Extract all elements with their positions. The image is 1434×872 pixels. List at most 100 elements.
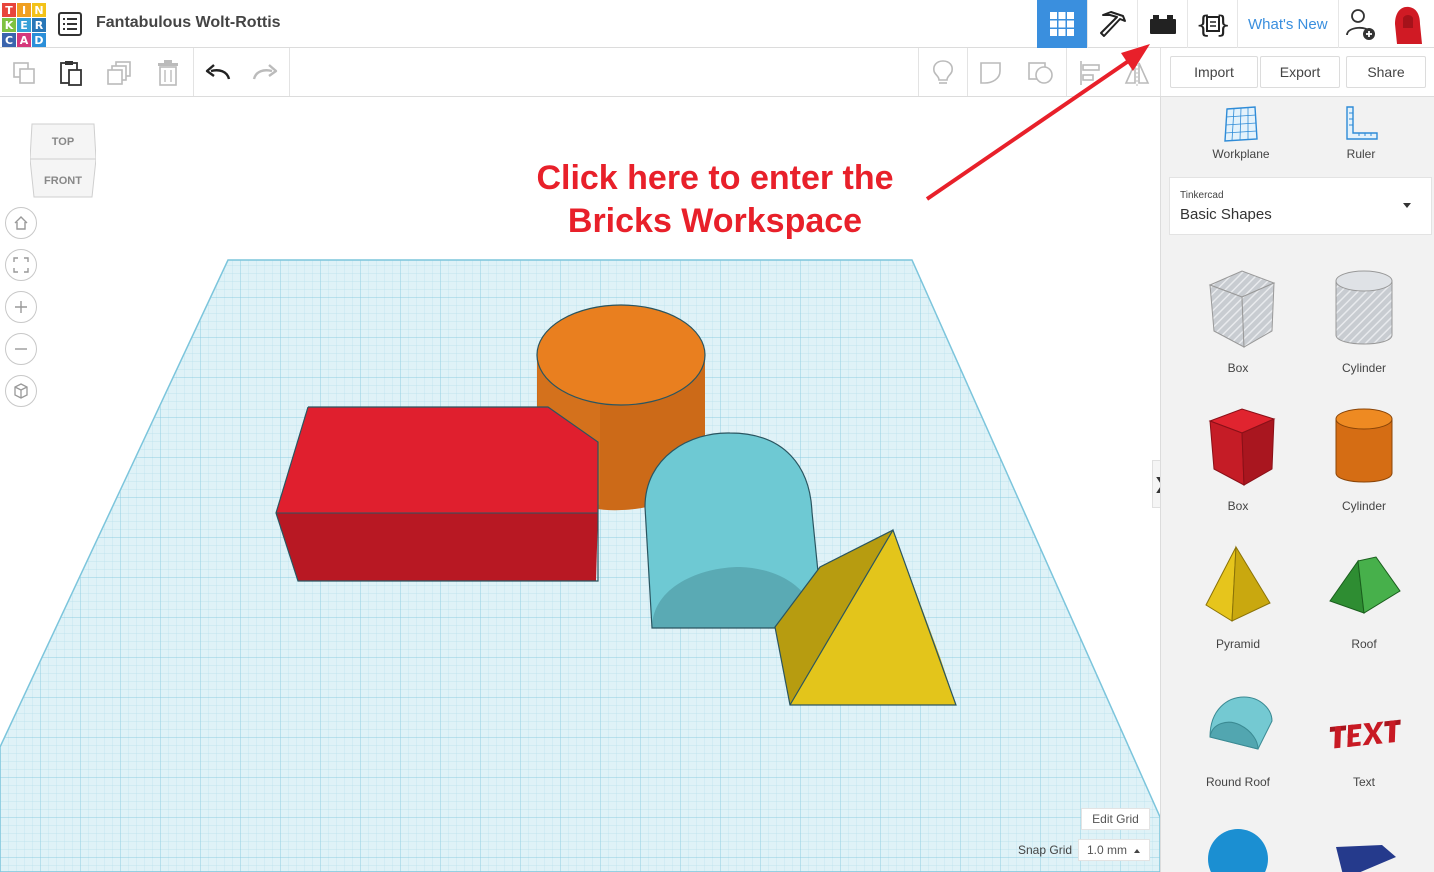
cube-icon <box>14 383 28 399</box>
roof-icon <box>1329 556 1401 614</box>
shape-cylinder-hole[interactable]: Cylinder <box>1314 265 1414 385</box>
shape-roof[interactable]: Roof <box>1314 541 1414 661</box>
perspective-button[interactable] <box>5 375 37 407</box>
ruler-icon <box>1346 106 1378 140</box>
minus-icon <box>15 348 27 350</box>
shape-library-select[interactable]: Tinkercad Basic Shapes <box>1169 177 1432 235</box>
edit-grid-button[interactable]: Edit Grid <box>1081 808 1150 830</box>
shape-cylinder[interactable]: Cylinder <box>1314 403 1414 523</box>
logo-letter: R <box>32 18 46 32</box>
bricks-view-button[interactable] <box>1137 0 1187 48</box>
workplane-label: Workplane <box>1212 147 1270 161</box>
copy-icon <box>13 62 35 84</box>
whats-new-link[interactable]: What's New <box>1237 0 1338 48</box>
fit-view-button[interactable] <box>5 249 37 281</box>
round-roof-object[interactable] <box>644 432 819 629</box>
copy-button[interactable] <box>9 58 39 88</box>
tinkercad-logo[interactable]: TIN KER CAD <box>2 3 46 47</box>
paste-button[interactable] <box>56 58 86 88</box>
duplicate-icon <box>107 61 131 85</box>
shape-label: Cylinder <box>1341 499 1386 513</box>
logo-letter: A <box>17 33 31 47</box>
shape-label: Pyramid <box>1215 637 1260 651</box>
share-button[interactable]: Share <box>1346 56 1426 88</box>
logo-letter: D <box>32 33 46 47</box>
add-user-button[interactable] <box>1337 0 1384 48</box>
shape-label: Cylinder <box>1341 361 1386 375</box>
notes-button[interactable] <box>928 58 958 88</box>
design-menu-icon[interactable] <box>58 12 82 36</box>
mirror-button[interactable] <box>1122 58 1152 88</box>
logo-letter: C <box>2 33 16 47</box>
box-icon <box>1208 408 1276 486</box>
edit-toolbar: Import Export Share <box>0 48 1434 97</box>
align-button[interactable] <box>1076 58 1106 88</box>
redo-button[interactable] <box>250 58 280 88</box>
shape-text[interactable]: Text <box>1314 679 1414 799</box>
delete-button[interactable] <box>153 58 183 88</box>
logo-letter: I <box>17 3 31 17</box>
viewcube-front-label[interactable]: FRONT <box>44 175 82 187</box>
zoom-out-button[interactable] <box>5 333 37 365</box>
3d-workspace[interactable]: TOP FRONT Click here to enter the Bricks… <box>0 97 1160 872</box>
grid-icon <box>1050 12 1074 36</box>
pyramid-icon <box>1205 545 1271 622</box>
zoom-in-button[interactable] <box>5 291 37 323</box>
paste-icon <box>60 61 82 86</box>
pickaxe-icon <box>1099 11 1126 37</box>
shape-label: Roof <box>1351 637 1377 651</box>
shape-box-hole[interactable]: Box <box>1188 265 1288 385</box>
ungroup-button[interactable] <box>1026 58 1056 88</box>
annotation-line-2: Bricks Workspace <box>567 202 863 240</box>
annotation-text: Click here to enter the Bricks Workspace <box>500 157 930 243</box>
redo-icon <box>252 64 278 80</box>
workplane-icon <box>1224 106 1258 142</box>
library-provider: Tinkercad <box>1180 190 1224 201</box>
shape-label: Round Roof <box>1205 775 1271 789</box>
view-cube[interactable]: TOP FRONT <box>30 121 96 199</box>
ruler-label: Ruler <box>1346 147 1376 161</box>
viewcube-top-label[interactable]: TOP <box>52 136 74 148</box>
avatar-icon <box>1394 6 1422 44</box>
collapse-panel-button[interactable]: ❯ <box>1152 460 1160 508</box>
user-avatar[interactable] <box>1384 0 1430 48</box>
logo-letter: T <box>2 3 16 17</box>
codeblocks-icon: { } <box>1196 11 1230 39</box>
add-user-icon <box>1346 9 1376 40</box>
ruler-tool[interactable]: Ruler <box>1311 105 1411 171</box>
export-button[interactable]: Export <box>1260 56 1340 88</box>
box-hole-icon <box>1208 270 1276 348</box>
undo-icon <box>205 64 231 80</box>
shapes-panel: Workplane Ruler Tinkercad Basic Shapes B… <box>1160 97 1434 872</box>
logo-letter: E <box>17 18 31 32</box>
shape-sphere[interactable] <box>1188 817 1288 872</box>
align-icon <box>1080 61 1100 85</box>
shape-polygon[interactable] <box>1314 817 1414 872</box>
home-view-button[interactable] <box>5 207 37 239</box>
duplicate-button[interactable] <box>105 58 135 88</box>
shape-box[interactable]: Box <box>1188 403 1288 523</box>
workplane-tool[interactable]: Workplane <box>1191 105 1291 171</box>
briefcase-icon <box>1149 15 1176 34</box>
import-button[interactable]: Import <box>1170 56 1258 88</box>
logo-letter: N <box>32 3 46 17</box>
shape-pyramid[interactable]: Pyramid <box>1188 541 1288 661</box>
document-title[interactable]: Fantabulous Wolt-Rottis <box>96 14 281 32</box>
shape-round-roof[interactable]: Round Roof <box>1188 679 1288 799</box>
minecraft-view-button[interactable] <box>1087 0 1137 48</box>
group-button[interactable] <box>977 58 1007 88</box>
lightbulb-icon <box>933 60 953 84</box>
logo-letter: K <box>2 18 16 32</box>
3d-design-view-button[interactable] <box>1037 0 1087 48</box>
codeblocks-view-button[interactable]: { } <box>1187 0 1237 48</box>
text-shape-icon <box>1329 719 1401 749</box>
mirror-icon <box>1124 60 1150 86</box>
library-name: Basic Shapes <box>1180 206 1272 223</box>
top-bar: TIN KER CAD Fantabulous Wolt-Rottis {} Wh… <box>0 0 1434 48</box>
red-box-object[interactable] <box>275 406 599 582</box>
group-icon <box>980 62 1001 84</box>
undo-button[interactable] <box>203 58 233 88</box>
tinkercad-app: TIN KER CAD Fantabulous Wolt-Rottis {} Wh… <box>0 0 1434 872</box>
snap-grid-select[interactable]: 1.0 mm <box>1078 839 1150 861</box>
shape-label: Box <box>1227 361 1249 375</box>
